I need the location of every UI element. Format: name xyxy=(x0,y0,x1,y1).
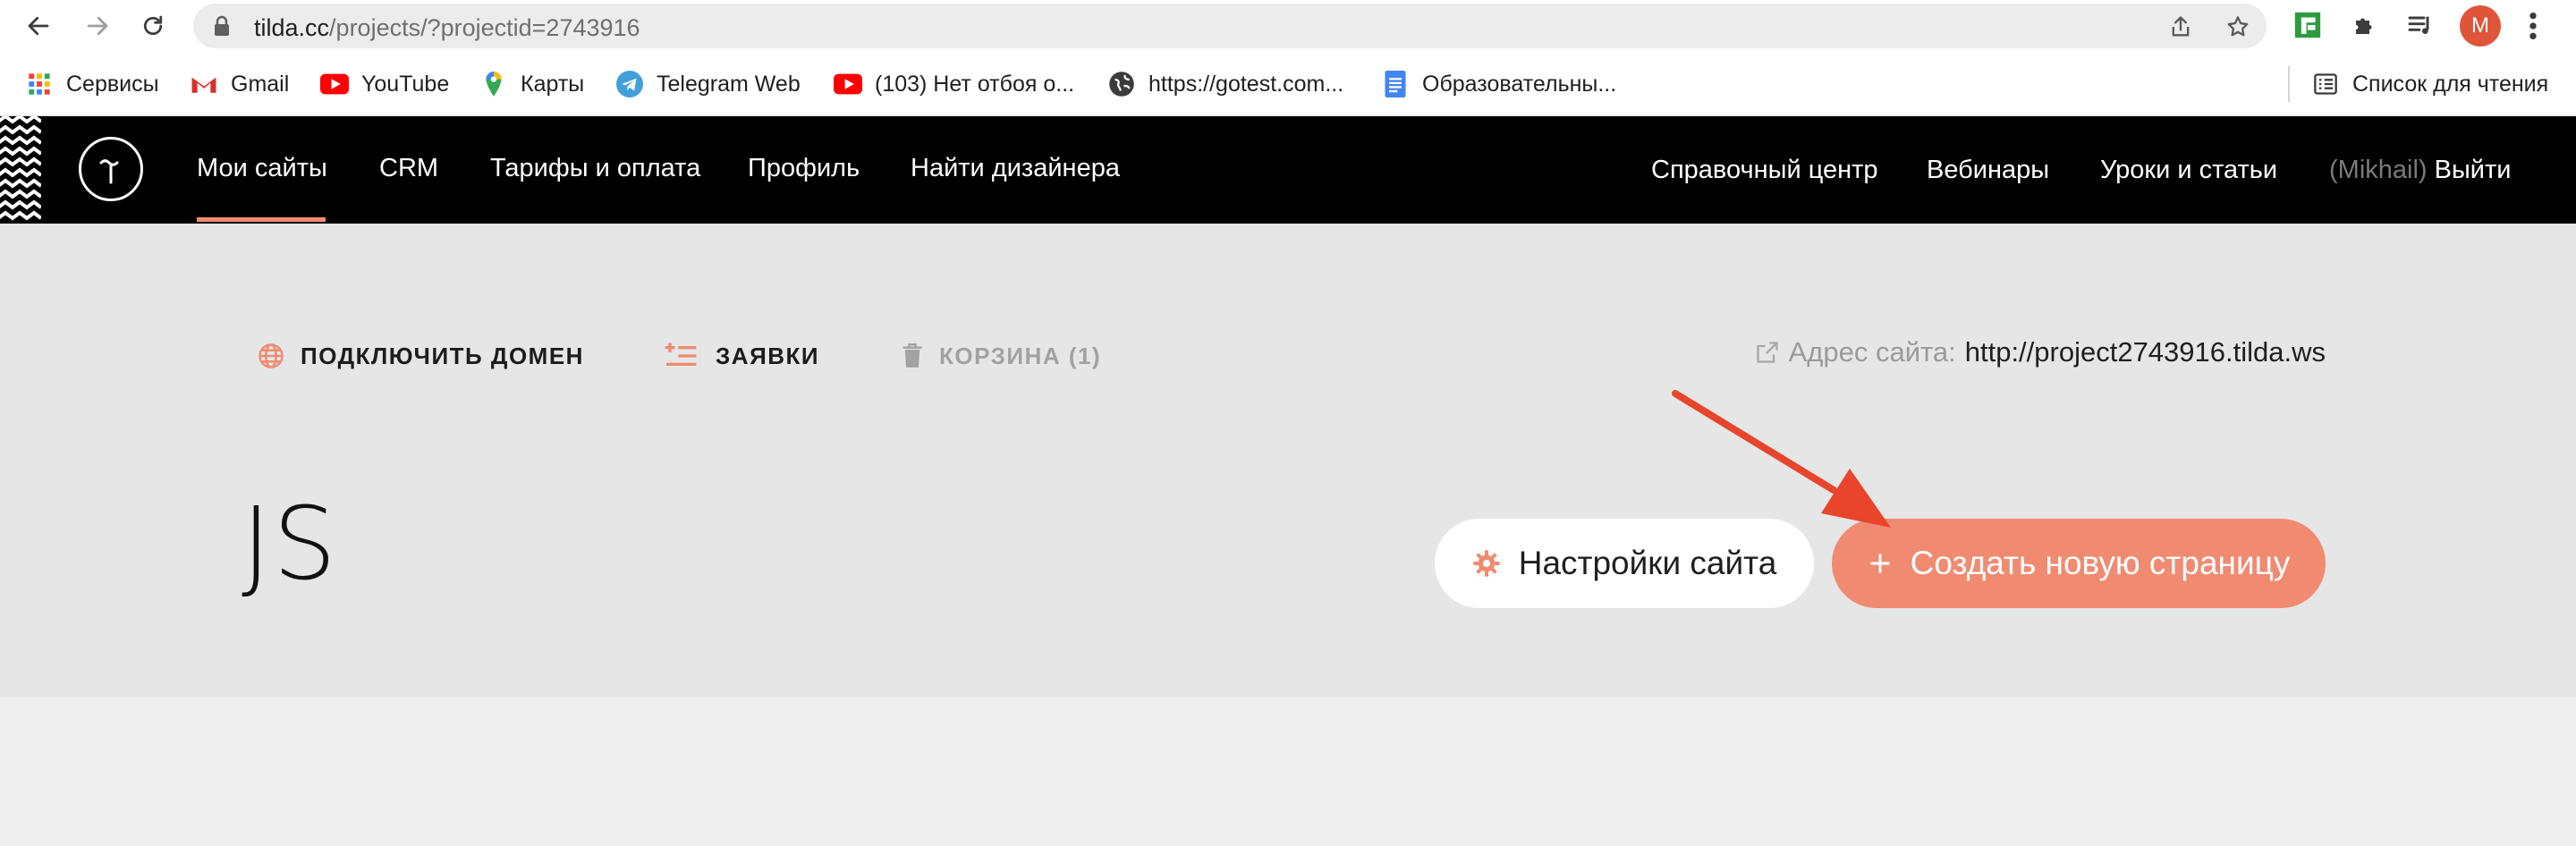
add-list-icon xyxy=(665,343,697,366)
reading-list[interactable]: Список для чтения xyxy=(2311,68,2548,100)
lock-icon xyxy=(215,15,229,36)
reading-list-icon xyxy=(2311,70,2340,98)
menu-profile[interactable]: Профиль xyxy=(748,154,860,183)
help-center-link[interactable]: Справочный центр xyxy=(1651,156,1878,185)
bookmark-gotest[interactable]: https://gotest.com... xyxy=(1107,68,1343,100)
tilda-logo[interactable] xyxy=(79,137,143,201)
project-title: JS xyxy=(242,486,339,603)
docs-icon xyxy=(1381,70,1410,98)
bookmark-telegram[interactable]: Telegram Web xyxy=(615,68,801,100)
bookmark-youtube[interactable]: YouTube xyxy=(320,68,449,100)
logout-area: (Mikhail) Выйти xyxy=(2329,156,2512,185)
site-settings-button[interactable]: Настройки сайта xyxy=(1435,519,1814,608)
page-content-area xyxy=(0,698,2576,846)
trash-link[interactable]: КОРЗИНА (1) xyxy=(902,338,1101,374)
youtube-icon xyxy=(320,70,349,98)
apps-grid-icon xyxy=(25,70,54,98)
gmail-icon xyxy=(190,70,218,98)
reload-icon xyxy=(143,15,163,36)
back-button[interactable] xyxy=(20,7,57,45)
logout-link[interactable]: Выйти xyxy=(2435,156,2512,184)
menu-my-sites[interactable]: Мои сайты xyxy=(197,154,327,183)
trash-icon xyxy=(902,343,922,368)
bookmark-services[interactable]: Сервисы xyxy=(25,68,159,100)
maps-pin-icon xyxy=(479,70,508,98)
globe-icon xyxy=(1107,70,1136,98)
connect-domain-link[interactable]: ПОДКЛЮЧИТЬ ДОМЕН xyxy=(258,338,584,374)
bookmarks-bar: Сервисы Gmail YouTube Карты Telegram Web… xyxy=(0,52,2576,116)
browser-menu-icon[interactable] xyxy=(2528,11,2538,41)
site-address-label: Адрес сайта: xyxy=(1788,336,1956,368)
bookmarks-separator xyxy=(2288,66,2290,102)
site-address: Адрес сайта: http://project2743916.tilda… xyxy=(1755,336,2326,368)
lessons-link[interactable]: Уроки и статьи xyxy=(2100,156,2277,185)
tilda-logo-icon xyxy=(99,159,119,184)
globe-icon xyxy=(258,343,284,368)
address-bar[interactable]: tilda.cc/projects/?projectid=2743916 xyxy=(193,4,2267,48)
youtube-icon xyxy=(834,70,862,98)
bookmark-gmail[interactable]: Gmail xyxy=(190,68,289,100)
forward-arrow-icon xyxy=(87,16,108,36)
bookmark-youtube-video[interactable]: (103) Нет отбоя о... xyxy=(834,68,1074,100)
url-text: tilda.cc/projects/?projectid=2743916 xyxy=(254,14,640,41)
media-queue-icon[interactable] xyxy=(2404,9,2436,41)
active-menu-indicator xyxy=(197,217,326,222)
back-arrow-icon xyxy=(28,16,49,36)
forward-button[interactable] xyxy=(79,7,116,45)
project-panel: ПОДКЛЮЧИТЬ ДОМЕН ЗАЯВКИ КОРЗИНА (1) Адре… xyxy=(0,224,2576,698)
site-address-link[interactable]: http://project2743916.tilda.ws xyxy=(1965,336,2326,368)
leads-link[interactable]: ЗАЯВКИ xyxy=(662,338,819,374)
profile-avatar[interactable]: M xyxy=(2460,5,2501,47)
extension-green-icon[interactable] xyxy=(2292,9,2324,41)
external-link-icon xyxy=(1756,342,1778,363)
bookmark-star-icon[interactable] xyxy=(2225,14,2250,39)
menu-pricing[interactable]: Тарифы и оплата xyxy=(490,154,700,183)
zigzag-decoration xyxy=(0,116,41,221)
telegram-icon xyxy=(615,70,644,98)
browser-toolbar: tilda.cc/projects/?projectid=2743916 M xyxy=(0,0,2576,52)
webinars-link[interactable]: Вебинары xyxy=(1927,156,2049,185)
user-name: (Mikhail) xyxy=(2329,156,2428,184)
share-icon[interactable] xyxy=(2168,14,2193,39)
create-page-button[interactable]: Создать новую страницу xyxy=(1832,519,2326,608)
site-header: Мои сайты CRM Тарифы и оплата Профиль На… xyxy=(0,116,2576,224)
bookmark-maps[interactable]: Карты xyxy=(479,68,584,100)
reload-button[interactable] xyxy=(134,7,172,45)
extensions-puzzle-icon[interactable] xyxy=(2349,9,2381,41)
bookmark-docs[interactable]: Образовательны... xyxy=(1381,68,1616,100)
menu-crm[interactable]: CRM xyxy=(379,154,438,183)
menu-find-designer[interactable]: Найти дизайнера xyxy=(911,154,1120,183)
gear-icon xyxy=(1473,550,1500,577)
plus-icon xyxy=(1870,554,1890,573)
